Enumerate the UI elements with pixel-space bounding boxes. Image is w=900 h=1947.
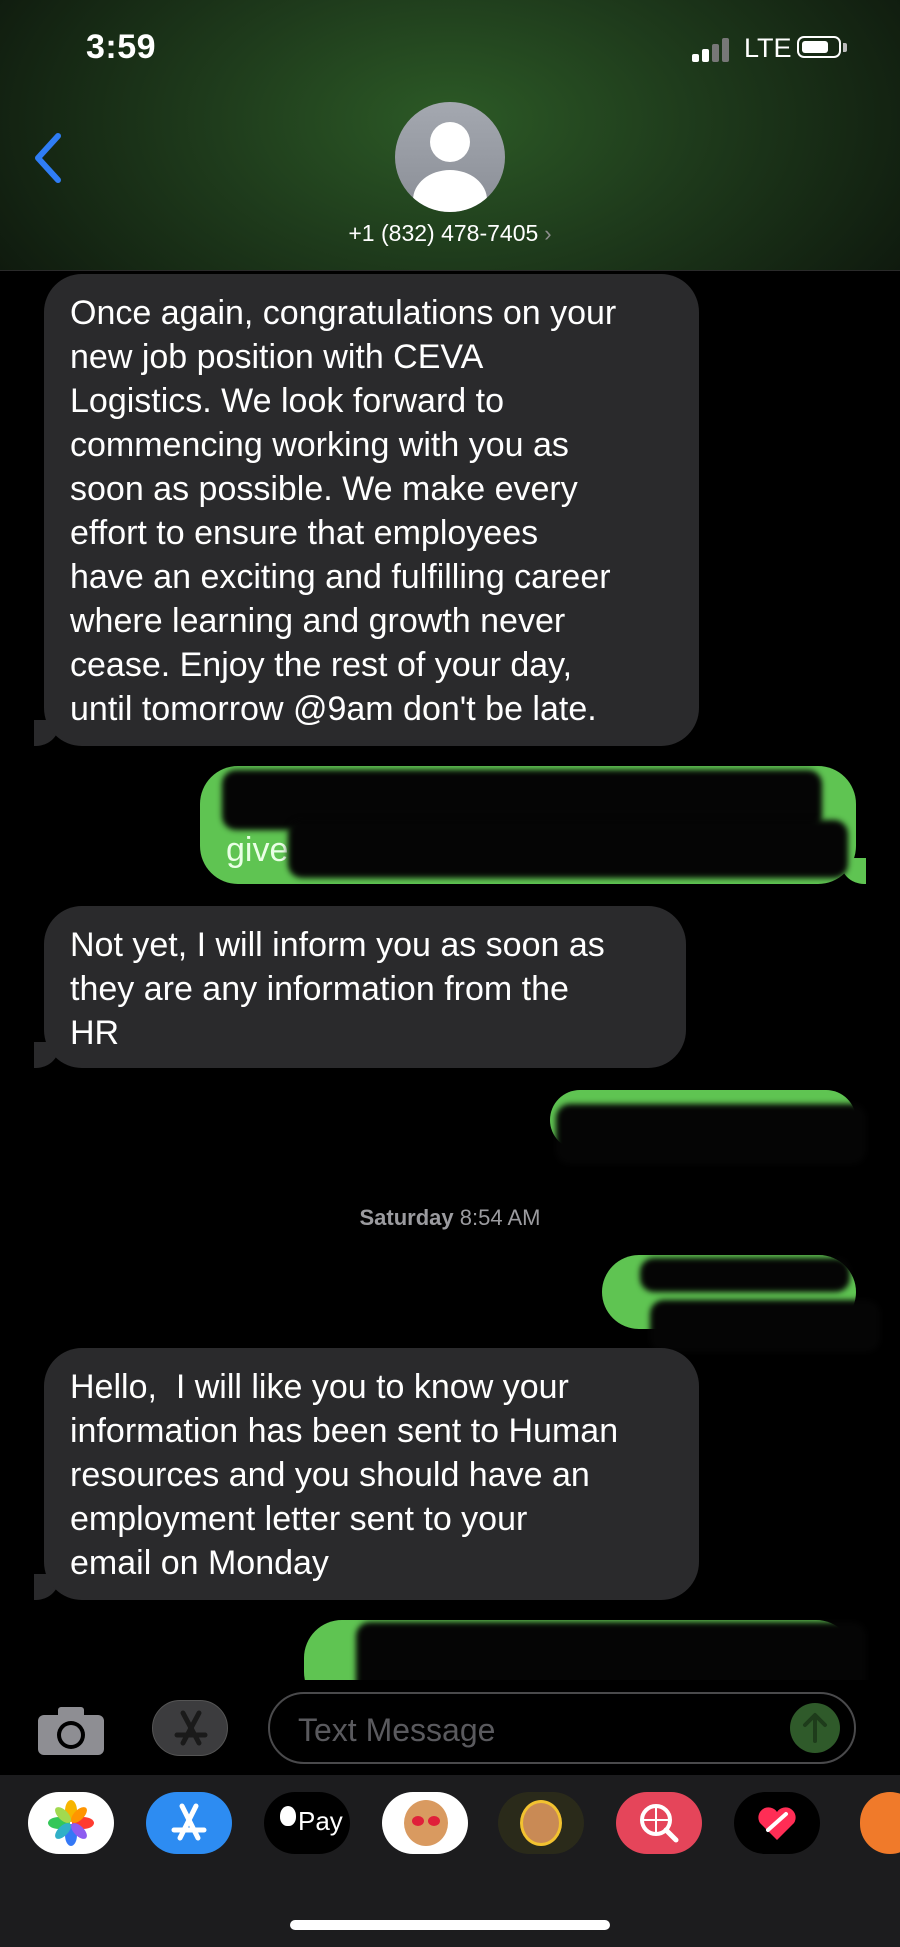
chevron-right-icon: › [544, 221, 552, 246]
globe-magnifier-icon [640, 1804, 679, 1843]
memoji-face-icon [404, 1800, 448, 1846]
timestamp-day: Saturday [359, 1205, 454, 1230]
heart-eyes-icon [412, 1816, 424, 1826]
redaction-mark [288, 820, 848, 878]
redaction-mark [556, 1104, 866, 1164]
sent-message-visible-text: give [226, 831, 289, 869]
app-store-icon [174, 1710, 208, 1746]
memoji-stickers-icon[interactable] [382, 1792, 468, 1854]
photos-icon[interactable] [28, 1792, 114, 1854]
contact-avatar[interactable] [395, 102, 505, 212]
photos-flower-icon [48, 1800, 94, 1846]
received-message[interactable]: Once again, congratulations on your new … [44, 274, 699, 746]
app-store-button[interactable] [152, 1700, 228, 1756]
app-store-tray-icon[interactable] [146, 1792, 232, 1854]
memoji-icon[interactable] [498, 1792, 584, 1854]
status-time: 3:59 [86, 28, 157, 66]
digital-touch-icon[interactable] [734, 1792, 820, 1854]
battery-tip [843, 43, 847, 52]
heart-touch-icon [758, 1807, 796, 1840]
back-chevron-icon[interactable] [30, 128, 70, 188]
network-type: LTE [744, 33, 792, 63]
camera-icon[interactable] [36, 1705, 106, 1757]
message-input-placeholder: Text Message [298, 1712, 496, 1748]
apple-logo-icon [280, 1806, 296, 1826]
redaction-mark [650, 1300, 880, 1352]
heart-eyes-icon [428, 1816, 440, 1826]
timestamp-divider: Saturday 8:54 AM [0, 1205, 900, 1231]
received-message[interactable]: Not yet, I will inform you as soon as th… [44, 906, 686, 1068]
arrow-up-icon [803, 1713, 827, 1743]
apple-pay-label: Pay [298, 1806, 343, 1836]
app-store-glyph [171, 1803, 207, 1841]
contact-number: +1 (832) 478-7405 [348, 220, 539, 246]
received-message[interactable]: Hello, I will like you to know your info… [44, 1348, 699, 1600]
home-indicator[interactable] [290, 1920, 610, 1930]
person-body-icon [413, 170, 487, 212]
timestamp-time: 8:54 AM [459, 1205, 541, 1230]
send-button[interactable] [790, 1703, 840, 1753]
redaction-mark [640, 1258, 850, 1292]
web-search-icon[interactable] [616, 1792, 702, 1854]
memoji-face-icon [520, 1800, 562, 1846]
apple-pay-icon[interactable]: Pay [264, 1792, 350, 1854]
battery-icon [797, 36, 841, 58]
contact-name[interactable]: +1 (832) 478-7405 › [0, 220, 900, 247]
signal-icon [692, 38, 734, 62]
person-head-icon [430, 122, 470, 162]
